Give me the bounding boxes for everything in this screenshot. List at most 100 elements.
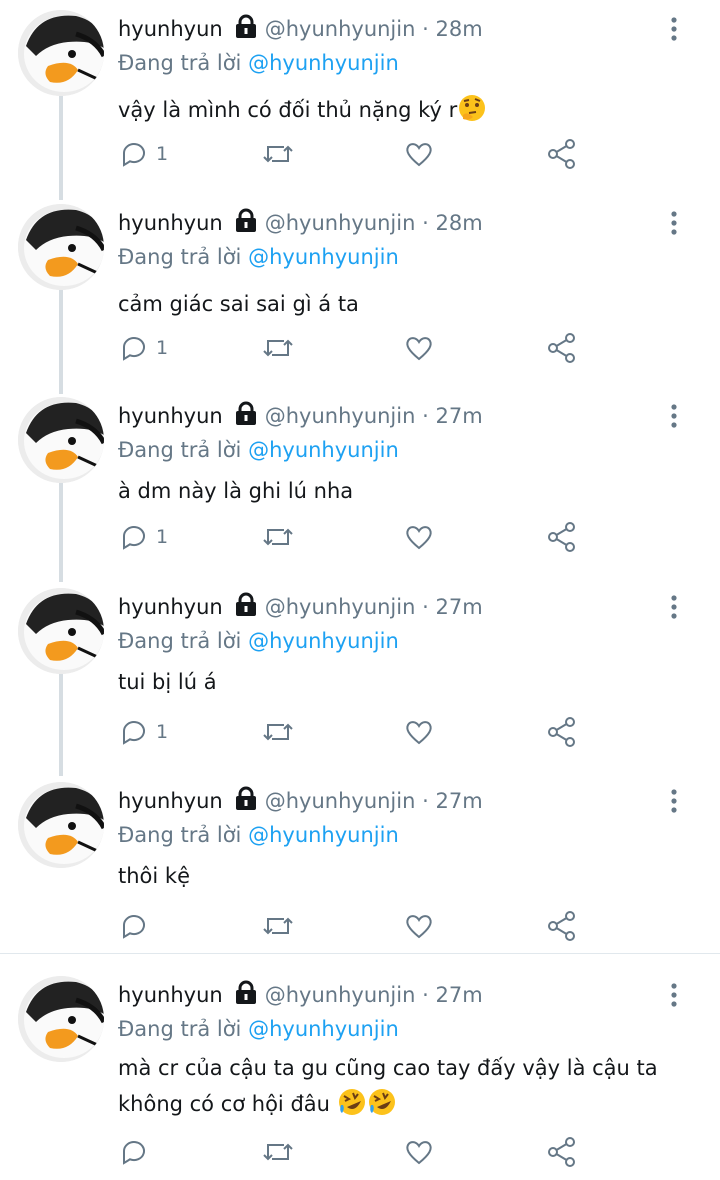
reply-button[interactable] <box>120 906 148 946</box>
replying-to: Đang trả lời @hyunhyunjin <box>118 243 399 271</box>
like-button[interactable] <box>404 906 434 946</box>
reply-button[interactable]: 1 <box>120 712 168 752</box>
display-name[interactable]: hyunhyun <box>118 404 223 428</box>
retweet-button[interactable] <box>262 906 294 946</box>
like-button[interactable] <box>404 1132 434 1172</box>
reply-button[interactable] <box>120 1132 148 1172</box>
display-name[interactable]: hyunhyun <box>118 789 223 813</box>
like-button[interactable] <box>404 328 434 368</box>
replying-to-handle[interactable]: @hyunhyunjin <box>248 1017 399 1041</box>
like-button[interactable] <box>404 712 434 752</box>
share-icon <box>548 522 575 552</box>
tweet[interactable]: hyunhyun @hyunhyunjin · 27m Đang trả lời … <box>0 976 720 1176</box>
timestamp[interactable]: 27m <box>435 404 482 428</box>
tweet-actions: 1 <box>0 328 720 368</box>
author-line: hyunhyun @hyunhyunjin · 28m <box>118 208 483 237</box>
timestamp[interactable]: 27m <box>435 983 482 1007</box>
author-line: hyunhyun @hyunhyunjin · 27m <box>118 401 483 430</box>
avatar[interactable] <box>18 588 104 674</box>
penguin-avatar-image <box>18 204 104 290</box>
display-name[interactable]: hyunhyun <box>118 17 223 41</box>
handle[interactable]: @hyunhyunjin <box>265 404 416 428</box>
display-name[interactable]: hyunhyun <box>118 595 223 619</box>
more-options-icon[interactable] <box>664 594 684 620</box>
retweet-button[interactable] <box>262 712 294 752</box>
replying-to: Đang trả lời @hyunhyunjin <box>118 436 399 464</box>
author-line: hyunhyun @hyunhyunjin · 27m <box>118 786 483 815</box>
avatar[interactable] <box>18 10 104 96</box>
more-options-icon[interactable] <box>664 210 684 236</box>
retweet-button[interactable] <box>262 328 294 368</box>
replying-to-handle[interactable]: @hyunhyunjin <box>248 51 399 75</box>
replying-to-handle[interactable]: @hyunhyunjin <box>248 438 399 462</box>
share-button[interactable] <box>546 712 578 752</box>
like-button[interactable] <box>404 134 434 174</box>
avatar[interactable] <box>18 976 104 1062</box>
retweet-button[interactable] <box>262 517 294 557</box>
retweet-button[interactable] <box>262 1132 294 1172</box>
author-line: hyunhyun @hyunhyunjin · 27m <box>118 980 483 1009</box>
author-line: hyunhyun @hyunhyunjin · 28m <box>118 14 483 43</box>
timestamp[interactable]: 28m <box>435 17 482 41</box>
retweet-icon <box>263 1143 293 1161</box>
share-button[interactable] <box>546 906 578 946</box>
timestamp[interactable]: 27m <box>435 595 482 619</box>
share-button[interactable] <box>546 1132 578 1172</box>
tweet-actions: 1 <box>0 517 720 557</box>
penguin-avatar-image <box>18 976 104 1062</box>
tweet[interactable]: hyunhyun @hyunhyunjin · 27m Đang trả lời … <box>0 397 720 582</box>
reply-button[interactable]: 1 <box>120 517 168 557</box>
tweet-text-content: à dm này là ghi lú nha <box>118 479 354 503</box>
share-button[interactable] <box>546 328 578 368</box>
timestamp[interactable]: 28m <box>435 211 482 235</box>
share-icon <box>548 333 575 363</box>
reply-count: 1 <box>156 143 169 165</box>
replying-to-handle[interactable]: @hyunhyunjin <box>248 823 399 847</box>
reply-icon <box>123 915 145 939</box>
reply-button[interactable]: 1 <box>120 328 168 368</box>
more-options-icon[interactable] <box>664 403 684 429</box>
penguin-avatar-image <box>18 782 104 868</box>
reply-icon <box>123 721 145 745</box>
avatar[interactable] <box>18 397 104 483</box>
reply-icon <box>123 526 145 550</box>
avatar[interactable] <box>18 204 104 290</box>
retweet-icon <box>263 917 293 935</box>
replying-to-handle[interactable]: @hyunhyunjin <box>248 629 399 653</box>
tweet[interactable]: hyunhyun @hyunhyunjin · 27m Đang trả lời … <box>0 782 720 952</box>
replying-to-label: Đang trả lời <box>118 51 242 75</box>
handle[interactable]: @hyunhyunjin <box>265 789 416 813</box>
timestamp[interactable]: 27m <box>435 789 482 813</box>
reply-button[interactable]: 1 <box>120 134 168 174</box>
lock-icon <box>233 786 259 810</box>
tweet-text-content: cảm giác sai sai gì á ta <box>118 292 359 316</box>
handle[interactable]: @hyunhyunjin <box>265 983 416 1007</box>
display-name[interactable]: hyunhyun <box>118 983 223 1007</box>
author-line: hyunhyun @hyunhyunjin · 27m <box>118 592 483 621</box>
more-options-icon[interactable] <box>664 788 684 814</box>
tweet[interactable]: hyunhyun @hyunhyunjin · 28m Đang trả lời … <box>0 204 720 394</box>
handle[interactable]: @hyunhyunjin <box>265 595 416 619</box>
share-icon <box>548 717 575 747</box>
rolling-on-floor-laughing-emoji-icon <box>367 1087 397 1117</box>
replying-to-handle[interactable]: @hyunhyunjin <box>248 245 399 269</box>
separator: · <box>422 404 429 428</box>
handle[interactable]: @hyunhyunjin <box>265 17 416 41</box>
tweet[interactable]: hyunhyun @hyunhyunjin · 27m Đang trả lời … <box>0 588 720 776</box>
thinking-face-emoji-icon <box>457 93 487 123</box>
more-options-icon[interactable] <box>664 16 684 42</box>
replying-to: Đang trả lời @hyunhyunjin <box>118 49 399 77</box>
retweet-icon <box>263 723 293 741</box>
share-button[interactable] <box>546 134 578 174</box>
share-icon <box>548 911 575 941</box>
display-name[interactable]: hyunhyun <box>118 211 223 235</box>
handle[interactable]: @hyunhyunjin <box>265 211 416 235</box>
retweet-button[interactable] <box>262 134 294 174</box>
penguin-avatar-image <box>18 397 104 483</box>
avatar[interactable] <box>18 782 104 868</box>
like-button[interactable] <box>404 517 434 557</box>
share-icon <box>548 139 575 169</box>
share-button[interactable] <box>546 517 578 557</box>
more-options-icon[interactable] <box>664 982 684 1008</box>
tweet[interactable]: hyunhyun @hyunhyunjin · 28m Đang trả lời … <box>0 10 720 200</box>
